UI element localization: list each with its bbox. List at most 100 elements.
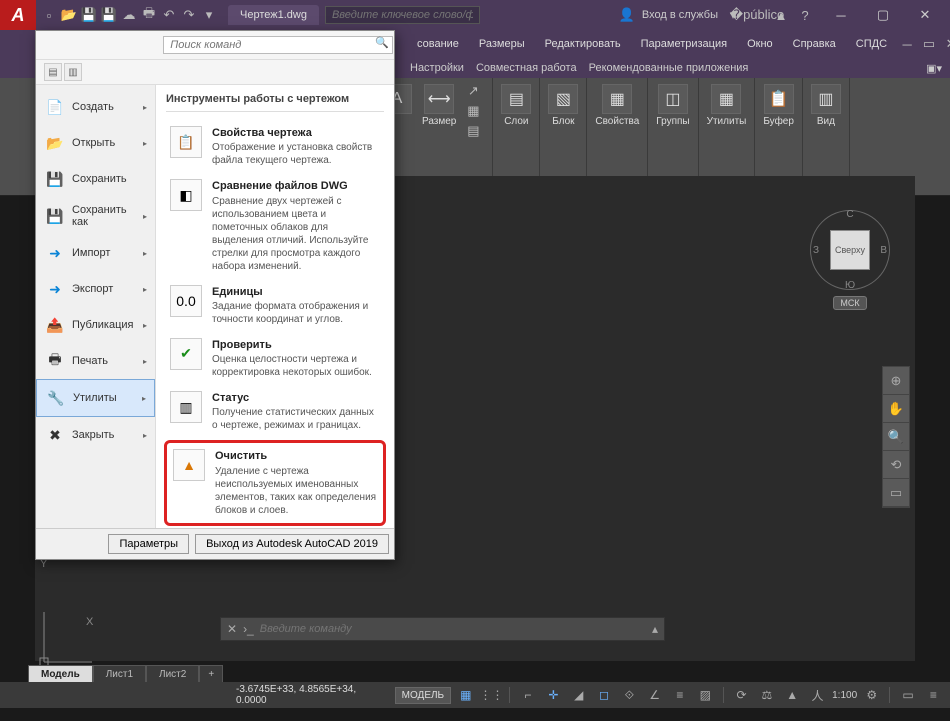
sel-cycle-icon[interactable]: ⟳	[731, 685, 752, 705]
close-button[interactable]: ✕	[904, 1, 946, 29]
menu-item-new[interactable]: 📄Создать▸	[36, 89, 155, 125]
tool-audit[interactable]: ✔ ПроверитьОценка целостности чертежа и …	[166, 332, 384, 385]
polar-icon[interactable]: ✛	[543, 685, 564, 705]
exchange-icon[interactable]: �público	[748, 6, 766, 24]
tool-drawing-properties[interactable]: 📋 Свойства чертежаОтображение и установк…	[166, 120, 384, 173]
qat-saveas-icon[interactable]: 💾	[100, 6, 118, 24]
nav-showmotion-icon[interactable]: ▭	[883, 479, 909, 507]
menu-draw[interactable]: сование	[408, 34, 468, 54]
monitor-icon[interactable]: ▭	[897, 685, 918, 705]
osnap-icon[interactable]: ◻	[593, 685, 614, 705]
tool-status[interactable]: ▥ СтатусПолучение статистических данных …	[166, 385, 384, 438]
grid-icon[interactable]: ▦	[455, 685, 476, 705]
lwt-icon[interactable]: ≡	[669, 685, 690, 705]
menu-item-close[interactable]: ✖Закрыть▸	[36, 417, 155, 453]
iso-icon[interactable]: ◢	[568, 685, 589, 705]
document-tab[interactable]: Чертеж1.dwg	[228, 5, 319, 25]
help-icon[interactable]: ?	[796, 6, 814, 24]
nav-orbit-icon[interactable]: ⟲	[883, 451, 909, 479]
tab-sheet2[interactable]: Лист2	[146, 665, 199, 683]
doc-min-icon[interactable]: ─	[898, 35, 916, 53]
menu-item-open[interactable]: 📂Открыть▸	[36, 125, 155, 161]
nav-zoom-icon[interactable]: 🔍	[883, 423, 909, 451]
cmd-menu-icon[interactable]: ▴	[652, 622, 658, 636]
table-icon[interactable]: ▦	[464, 102, 482, 120]
tab-model[interactable]: Модель	[28, 665, 93, 683]
space-badge[interactable]: МОДЕЛЬ	[395, 687, 451, 704]
anvis-icon[interactable]: 人	[807, 685, 828, 705]
ribbon-tab-collab[interactable]: Совместная работа	[476, 62, 577, 74]
leader-icon[interactable]: ↗	[464, 82, 482, 100]
ribbon-collapse-icon[interactable]: ▣▾	[926, 62, 950, 75]
viewcube[interactable]: С Ю В З Сверху МСК	[805, 210, 895, 330]
nav-wheel-icon[interactable]: ⊕	[883, 367, 909, 395]
tab-add[interactable]: +	[199, 665, 223, 683]
qat-save-icon[interactable]: 💾	[80, 6, 98, 24]
ribbon-layers-button[interactable]: ▤Слои	[499, 82, 533, 129]
keyword-search-input[interactable]	[325, 6, 480, 24]
recent-docs-icon[interactable]: ▤	[44, 63, 62, 81]
keyword-search[interactable]	[325, 6, 480, 24]
app-store-icon[interactable]: ▲	[772, 6, 790, 24]
tool-units[interactable]: 0.0 ЕдиницыЗадание формата отображения и…	[166, 279, 384, 332]
menu-window[interactable]: Окно	[738, 34, 782, 54]
qat-open-icon[interactable]: 📂	[60, 6, 78, 24]
ribbon-view-button[interactable]: ▥Вид	[809, 82, 843, 129]
menu-help[interactable]: Справка	[784, 34, 845, 54]
field-icon[interactable]: ▤	[464, 122, 482, 140]
ribbon-properties-button[interactable]: ▦Свойства	[593, 82, 641, 129]
3dosnap-icon[interactable]: ⟐	[619, 685, 640, 705]
login-service-link[interactable]: Вход в службы	[642, 9, 718, 21]
options-button[interactable]: Параметры	[108, 534, 189, 554]
ribbon-block-button[interactable]: ▧Блок	[546, 82, 580, 129]
anscale2-icon[interactable]: ▲	[782, 685, 803, 705]
ucs-label[interactable]: МСК	[833, 296, 866, 310]
command-line[interactable]: ✕ ›_ ▴	[220, 617, 665, 641]
customize-icon[interactable]: ≡	[923, 685, 944, 705]
doc-close-icon[interactable]: ✕	[942, 35, 950, 53]
ribbon-utilities-button[interactable]: ▦Утилиты	[705, 82, 749, 129]
open-docs-icon[interactable]: ▥	[64, 63, 82, 81]
maximize-button[interactable]: ▢	[862, 1, 904, 29]
ribbon-tab-settings[interactable]: Настройки	[410, 62, 464, 74]
menu-item-export[interactable]: ➜Экспорт▸	[36, 271, 155, 307]
qat-dropdown-icon[interactable]: ▾	[200, 6, 218, 24]
menu-item-import[interactable]: ➜Импорт▸	[36, 235, 155, 271]
gear-icon[interactable]: ⚙	[861, 685, 882, 705]
transparency-icon[interactable]: ▨	[695, 685, 716, 705]
snap-icon[interactable]: ⋮⋮	[480, 685, 502, 705]
ribbon-tab-featured[interactable]: Рекомендованные приложения	[589, 62, 749, 74]
menu-item-save[interactable]: 💾Сохранить	[36, 161, 155, 197]
menu-item-print[interactable]: 🖶Печать▸	[36, 343, 155, 379]
doc-max-icon[interactable]: ▭	[920, 35, 938, 53]
ribbon-dimension-button[interactable]: ⟷Размер	[420, 82, 458, 129]
exit-button[interactable]: Выход из Autodesk AutoCAD 2019	[195, 534, 389, 554]
menu-spds[interactable]: СПДС	[847, 34, 896, 54]
command-input[interactable]	[260, 623, 646, 635]
menu-dimensions[interactable]: Размеры	[470, 34, 534, 54]
app-logo[interactable]: A	[0, 0, 36, 30]
qat-undo-icon[interactable]: ↶	[160, 6, 178, 24]
ribbon-groups-button[interactable]: ◫Группы	[654, 82, 691, 129]
ortho-icon[interactable]: ⌐	[517, 685, 538, 705]
scale-label[interactable]: 1:100	[832, 690, 857, 701]
menu-edit[interactable]: Редактировать	[536, 34, 630, 54]
qat-new-icon[interactable]: ▫	[40, 6, 58, 24]
app-menu-search-input[interactable]	[163, 36, 393, 54]
ribbon-clipboard-button[interactable]: 📋Буфер	[761, 82, 796, 129]
nav-pan-icon[interactable]: ✋	[883, 395, 909, 423]
cmd-close-icon[interactable]: ✕	[227, 622, 237, 636]
qat-redo-icon[interactable]: ↷	[180, 6, 198, 24]
tool-purge[interactable]: ▲ ОчиститьУдаление с чертежа неиспользуе…	[164, 440, 386, 525]
qat-plot-icon[interactable]: 🖶	[140, 6, 158, 24]
viewcube-face-top[interactable]: Сверху	[830, 230, 870, 270]
qat-web-icon[interactable]: ☁	[120, 6, 138, 24]
menu-parametrize[interactable]: Параметризация	[632, 34, 736, 54]
tool-dwg-compare[interactable]: ◧ Сравнение файлов DWGСравнение двух чер…	[166, 173, 384, 278]
menu-item-saveas[interactable]: 💾Сохранить как▸	[36, 197, 155, 235]
minimize-button[interactable]: ─	[820, 1, 862, 29]
otrack-icon[interactable]: ∠	[644, 685, 665, 705]
menu-item-publish[interactable]: 📤Публикация▸	[36, 307, 155, 343]
menu-item-utilities[interactable]: 🔧Утилиты▸	[36, 379, 155, 417]
anscale-icon[interactable]: ⚖	[756, 685, 777, 705]
